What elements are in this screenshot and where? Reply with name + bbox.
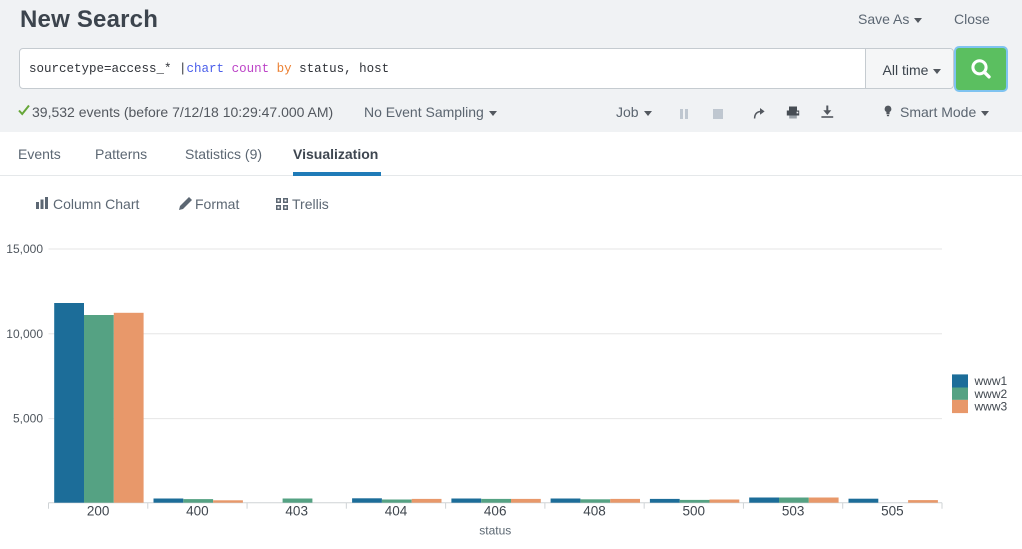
svg-text:406: 406 (484, 503, 507, 518)
svg-text:10,000: 10,000 (6, 327, 43, 341)
svg-text:200: 200 (87, 503, 110, 518)
svg-text:5,000: 5,000 (13, 412, 43, 426)
svg-text:404: 404 (385, 503, 408, 518)
svg-text:status: status (479, 524, 511, 538)
svg-text:403: 403 (285, 503, 308, 518)
svg-text:503: 503 (782, 503, 805, 518)
svg-text:408: 408 (583, 503, 606, 518)
svg-text:500: 500 (683, 503, 706, 518)
svg-text:www3: www3 (974, 400, 1008, 414)
svg-text:400: 400 (186, 503, 209, 518)
svg-text:505: 505 (881, 503, 904, 518)
svg-text:15,000: 15,000 (6, 242, 43, 256)
